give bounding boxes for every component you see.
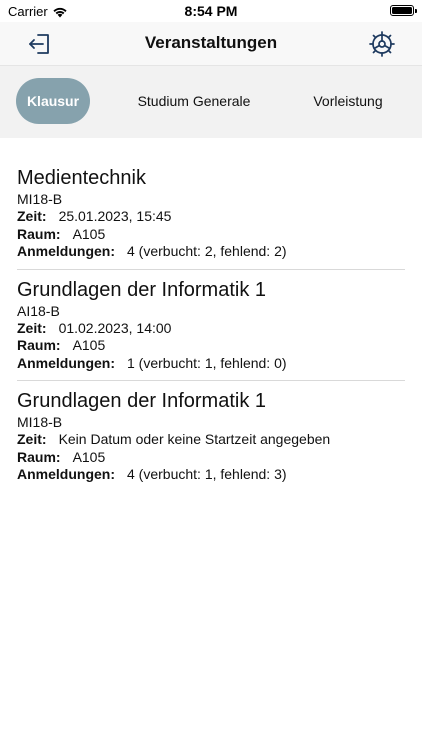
list-item[interactable]: Medientechnik MI18-B Zeit: 25.01.2023, 1… bbox=[17, 166, 405, 270]
event-room-row: Raum: A105 bbox=[17, 449, 405, 467]
time-label: Zeit: bbox=[17, 208, 47, 224]
time-value: Kein Datum oder keine Startzeit angegebe… bbox=[58, 431, 331, 447]
event-registrations-row: Anmeldungen: 4 (verbucht: 1, fehlend: 3) bbox=[17, 466, 405, 484]
event-list: Medientechnik MI18-B Zeit: 25.01.2023, 1… bbox=[17, 166, 405, 500]
list-item[interactable]: Grundlagen der Informatik 1 AI18-B Zeit:… bbox=[17, 278, 405, 381]
room-value: A105 bbox=[72, 225, 106, 242]
event-title: Medientechnik bbox=[17, 167, 146, 189]
event-group: AI18-B bbox=[17, 302, 60, 319]
room-value: A105 bbox=[72, 448, 106, 465]
status-time: 8:54 PM bbox=[184, 3, 238, 19]
event-group: MI18-B bbox=[17, 414, 63, 430]
event-time-row: Zeit: 25.01.2023, 15:45 bbox=[17, 208, 405, 226]
category-segmented-control: Klausur Studium Generale Vorleistung bbox=[0, 66, 422, 138]
registrations-value: 1 (verbucht: 1, fehlend: 0) bbox=[127, 354, 287, 371]
event-room-row: Raum: A105 bbox=[17, 337, 405, 355]
registrations-value: 4 (verbucht: 1, fehlend: 3) bbox=[127, 466, 287, 482]
registrations-label: Anmeldungen: bbox=[17, 243, 115, 259]
status-bar: Carrier 8:54 PM bbox=[0, 0, 422, 22]
event-time-row: Zeit: Kein Datum oder keine Startzeit an… bbox=[17, 431, 405, 449]
event-room-row: Raum: A105 bbox=[17, 226, 405, 244]
settings-icon bbox=[369, 31, 395, 57]
event-registrations-row: Anmeldungen: 1 (verbucht: 1, fehlend: 0) bbox=[17, 355, 405, 373]
room-label: Raum: bbox=[17, 337, 61, 353]
event-time-row: Zeit: 01.02.2023, 14:00 bbox=[17, 320, 405, 338]
battery-icon bbox=[390, 5, 417, 16]
list-item[interactable]: Grundlagen der Informatik 1 MI18-B Zeit:… bbox=[17, 389, 405, 492]
time-label: Zeit: bbox=[17, 319, 47, 336]
event-title: Grundlagen der Informatik 1 bbox=[17, 390, 267, 412]
settings-button[interactable] bbox=[368, 30, 396, 58]
page-title: Veranstaltungen bbox=[144, 33, 278, 52]
time-value: 01.02.2023, 14:00 bbox=[58, 319, 172, 336]
room-label: Raum: bbox=[17, 448, 61, 465]
time-label: Zeit: bbox=[17, 431, 47, 447]
registrations-label: Anmeldungen: bbox=[17, 354, 115, 371]
room-value: A105 bbox=[72, 337, 106, 353]
tab-studium-generale[interactable]: Studium Generale bbox=[126, 78, 262, 124]
event-title: Grundlagen der Informatik 1 bbox=[17, 278, 267, 301]
registrations-label: Anmeldungen: bbox=[17, 466, 115, 482]
navigation-bar: Veranstaltungen bbox=[0, 22, 422, 66]
tab-klausur[interactable]: Klausur bbox=[16, 78, 90, 124]
tab-vorleistung[interactable]: Vorleistung bbox=[300, 78, 396, 124]
event-registrations-row: Anmeldungen: 4 (verbucht: 2, fehlend: 2) bbox=[17, 243, 405, 261]
room-label: Raum: bbox=[17, 225, 61, 242]
event-group: MI18-B bbox=[17, 191, 63, 207]
time-value: 25.01.2023, 15:45 bbox=[58, 208, 172, 224]
registrations-value: 4 (verbucht: 2, fehlend: 2) bbox=[127, 243, 287, 259]
